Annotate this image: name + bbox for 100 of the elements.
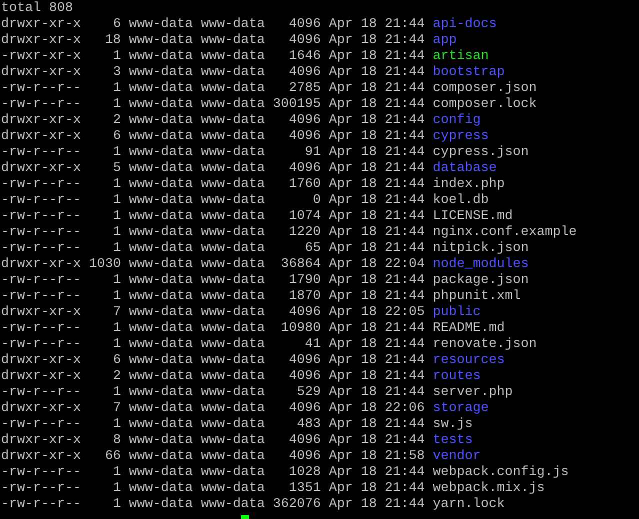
owner: www-data: [128, 81, 193, 97]
owner: www-data: [128, 161, 193, 177]
time: 21:44: [384, 81, 425, 97]
file-size: 4096: [288, 161, 321, 177]
permissions: -rw-r--r--: [1, 225, 81, 241]
owner: www-data: [128, 369, 193, 385]
group: www-data: [200, 65, 265, 81]
date: Apr 18: [328, 273, 377, 289]
link-count: 7: [112, 305, 121, 321]
date: Apr 18: [328, 209, 377, 225]
group: www-data: [200, 337, 265, 353]
owner: www-data: [128, 385, 193, 401]
permissions: drwxr-xr-x: [1, 17, 81, 33]
file-name: composer.lock: [432, 97, 537, 113]
date: Apr 18: [328, 193, 377, 209]
group: www-data: [200, 241, 265, 257]
owner: www-data: [128, 273, 193, 289]
link-count: 2: [112, 369, 121, 385]
time: 22:06: [384, 401, 425, 417]
time: 21:44: [384, 33, 425, 49]
file-name: node_modules: [432, 257, 529, 273]
permissions: drwxr-xr-x: [1, 433, 81, 449]
time: 21:44: [384, 337, 425, 353]
file-size: 4096: [288, 449, 321, 465]
date: Apr 18: [328, 369, 377, 385]
link-count: 1: [112, 497, 121, 513]
file-name: artisan: [432, 49, 489, 65]
date: Apr 18: [328, 305, 377, 321]
permissions: -rw-r--r--: [1, 273, 81, 289]
group: www-data: [200, 113, 265, 129]
time: 21:44: [384, 433, 425, 449]
owner: www-data: [128, 401, 193, 417]
date: Apr 18: [328, 257, 377, 273]
permissions: -rw-r--r--: [1, 145, 81, 161]
file-size: 0: [312, 193, 321, 209]
group: www-data: [200, 465, 265, 481]
link-count: 1: [112, 225, 121, 241]
group: www-data: [200, 193, 265, 209]
total-line: total 808: [1, 1, 73, 17]
permissions: -rw-r--r--: [1, 497, 81, 513]
date: Apr 18: [328, 417, 377, 433]
file-name: README.md: [432, 321, 505, 337]
owner: www-data: [128, 337, 193, 353]
time: 21:44: [384, 385, 425, 401]
group: www-data: [200, 449, 265, 465]
owner: www-data: [128, 129, 193, 145]
time: 21:44: [384, 497, 425, 513]
time: 21:44: [384, 273, 425, 289]
link-count: 6: [112, 129, 121, 145]
file-name: webpack.mix.js: [432, 481, 545, 497]
file-size: 4096: [288, 353, 321, 369]
file-size: 1870: [288, 289, 321, 305]
file-name: resources: [432, 353, 505, 369]
file-size: 4096: [288, 433, 321, 449]
file-name: nginx.conf.example: [432, 225, 577, 241]
group: www-data: [200, 129, 265, 145]
link-count: 1: [112, 385, 121, 401]
file-name: cypress: [432, 129, 489, 145]
group: www-data: [200, 305, 265, 321]
link-count: 18: [104, 33, 121, 49]
file-name: tests: [432, 433, 473, 449]
file-name: phpunit.xml: [432, 289, 521, 305]
date: Apr 18: [328, 129, 377, 145]
file-size: 2785: [288, 81, 321, 97]
file-name: cypress.json: [432, 145, 529, 161]
time: 21:44: [384, 465, 425, 481]
permissions: drwxr-xr-x: [1, 305, 81, 321]
permissions: drwxr-xr-x: [1, 353, 81, 369]
time: 21:44: [384, 161, 425, 177]
link-count: 1: [112, 321, 121, 337]
owner: www-data: [128, 481, 193, 497]
group: www-data: [200, 17, 265, 33]
permissions: drwxr-xr-x: [1, 113, 81, 129]
file-name: public: [432, 305, 481, 321]
permissions: -rw-r--r--: [1, 177, 81, 193]
group: www-data: [200, 209, 265, 225]
date: Apr 18: [328, 17, 377, 33]
link-count: 1: [112, 81, 121, 97]
group: www-data: [200, 161, 265, 177]
link-count: 3: [112, 65, 121, 81]
owner: www-data: [128, 145, 193, 161]
group: www-data: [200, 81, 265, 97]
file-name: renovate.json: [432, 337, 537, 353]
date: Apr 18: [328, 177, 377, 193]
link-count: 1: [112, 465, 121, 481]
permissions: -rw-r--r--: [1, 337, 81, 353]
time: 21:44: [384, 321, 425, 337]
file-size: 529: [296, 385, 321, 401]
group: www-data: [200, 289, 265, 305]
time: 22:04: [384, 257, 425, 273]
permissions: -rw-r--r--: [1, 193, 81, 209]
time: 21:44: [384, 65, 425, 81]
owner: www-data: [128, 17, 193, 33]
file-name: koel.db: [432, 193, 489, 209]
time: 21:44: [384, 417, 425, 433]
link-count: 1: [112, 289, 121, 305]
link-count: 6: [112, 353, 121, 369]
permissions: -rw-r--r--: [1, 385, 81, 401]
date: Apr 18: [328, 49, 377, 65]
permissions: drwxr-xr-x: [1, 401, 81, 417]
